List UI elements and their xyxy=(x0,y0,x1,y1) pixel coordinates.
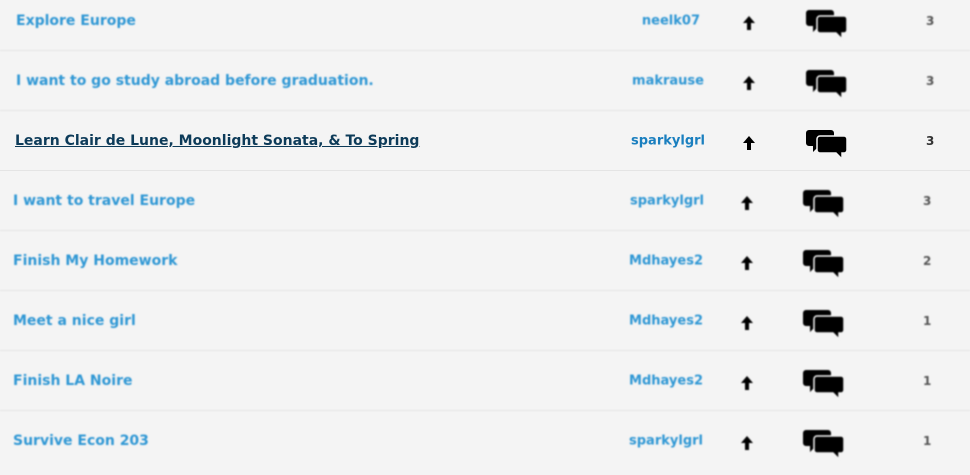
author-link[interactable]: Mdhayes2 xyxy=(603,254,703,269)
list-item: Explore Europe neelk07 3 xyxy=(0,0,970,51)
author-link[interactable]: Mdhayes2 xyxy=(603,314,703,329)
comment-count: 3 xyxy=(926,14,935,28)
up-arrow-icon[interactable] xyxy=(741,15,757,31)
up-arrow-icon[interactable] xyxy=(739,435,755,451)
up-arrow-icon[interactable] xyxy=(739,315,755,331)
comment-count: 3 xyxy=(923,194,932,208)
speech-bubbles-icon[interactable] xyxy=(806,67,848,101)
author-link[interactable]: Mdhayes2 xyxy=(603,374,703,389)
comment-count: 1 xyxy=(923,314,932,328)
up-arrow-icon[interactable] xyxy=(741,135,757,151)
goal-title-link[interactable]: Learn Clair de Lune, Moonlight Sonata, &… xyxy=(15,133,419,149)
list-item: I want to go study abroad before graduat… xyxy=(0,51,970,111)
comment-count: 1 xyxy=(923,434,932,448)
speech-bubbles-icon[interactable] xyxy=(806,7,848,41)
author-link[interactable]: sparkylgrl xyxy=(603,434,703,449)
goal-title-link[interactable]: I want to go study abroad before graduat… xyxy=(16,73,374,89)
list-item: I want to travel Europe sparkylgrl 3 xyxy=(0,171,970,231)
speech-bubbles-icon[interactable] xyxy=(806,127,848,161)
goal-list: Explore Europe neelk07 3 I want to go st… xyxy=(0,0,970,475)
list-item: Finish My Homework Mdhayes2 2 xyxy=(0,231,970,291)
goal-title-link[interactable]: I want to travel Europe xyxy=(13,193,195,209)
comment-count: 2 xyxy=(923,254,932,268)
comment-count: 3 xyxy=(926,74,935,88)
author-link[interactable]: sparkylgrl xyxy=(605,134,705,149)
list-item: Finish LA Noire Mdhayes2 1 xyxy=(0,351,970,411)
goal-title-link[interactable]: Finish My Homework xyxy=(13,253,177,269)
comment-count: 1 xyxy=(923,374,932,388)
list-item: Learn Clair de Lune, Moonlight Sonata, &… xyxy=(0,111,970,171)
speech-bubbles-icon[interactable] xyxy=(803,247,845,281)
up-arrow-icon[interactable] xyxy=(741,75,757,91)
goal-title-link[interactable]: Finish LA Noire xyxy=(13,373,132,389)
speech-bubbles-icon[interactable] xyxy=(803,427,845,461)
up-arrow-icon[interactable] xyxy=(739,375,755,391)
author-link[interactable]: makrause xyxy=(604,74,704,89)
goal-title-link[interactable]: Explore Europe xyxy=(16,13,136,29)
goal-title-link[interactable]: Meet a nice girl xyxy=(13,313,136,329)
author-link[interactable]: neelk07 xyxy=(600,14,700,29)
up-arrow-icon[interactable] xyxy=(739,255,755,271)
goal-title-link[interactable]: Survive Econ 203 xyxy=(13,433,149,449)
list-item: Meet a nice girl Mdhayes2 1 xyxy=(0,291,970,351)
speech-bubbles-icon[interactable] xyxy=(803,367,845,401)
list-item: Survive Econ 203 sparkylgrl 1 xyxy=(0,411,970,471)
comment-count: 3 xyxy=(926,134,935,148)
speech-bubbles-icon[interactable] xyxy=(803,187,845,221)
author-link[interactable]: sparkylgrl xyxy=(604,194,704,209)
speech-bubbles-icon[interactable] xyxy=(803,307,845,341)
up-arrow-icon[interactable] xyxy=(739,195,755,211)
